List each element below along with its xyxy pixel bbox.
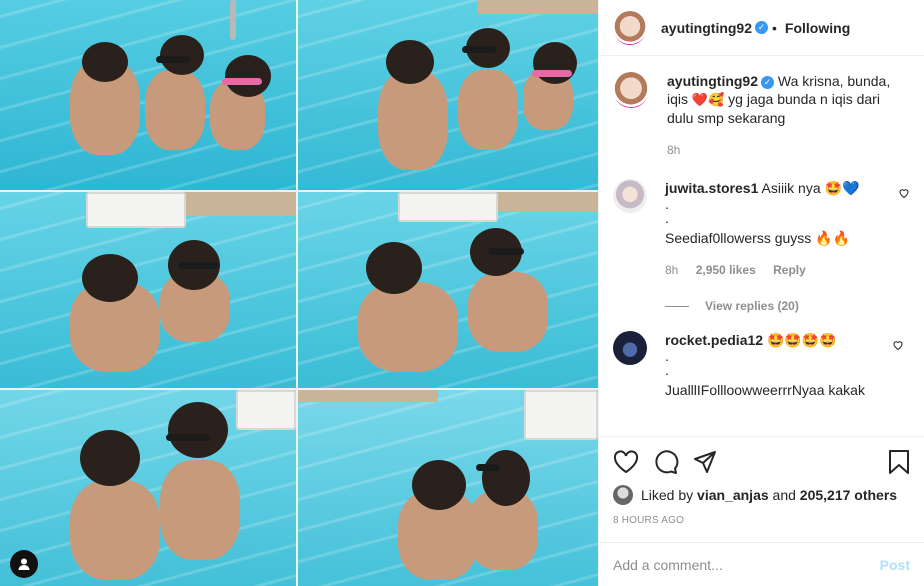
comments-section[interactable]: ayutingting92 ✓ Wa krisna, bunda, iqis ❤️… xyxy=(599,56,924,436)
save-bookmark-icon[interactable] xyxy=(888,449,910,475)
verified-badge-icon: ✓ xyxy=(761,75,775,89)
reply-button[interactable]: Reply xyxy=(773,263,806,277)
comment-text-line2: Seediaf0llowerss guyss 🔥🔥 xyxy=(665,230,851,246)
person-icon xyxy=(18,558,30,570)
following-button[interactable]: Following xyxy=(785,20,850,36)
post-header: ayutingting92 ✓ • Following xyxy=(599,0,924,56)
comment-bubble-icon[interactable] xyxy=(653,449,679,475)
liked-and: and xyxy=(772,487,796,503)
photo-tile-4 xyxy=(298,192,598,388)
comment-item: juwita.stores1 Asiiik nya 🤩💙 . . Seediaf… xyxy=(613,179,910,279)
comment-like-heart-icon[interactable] xyxy=(892,339,904,351)
view-replies-label: View replies (20) xyxy=(705,299,799,313)
separator-dot: • xyxy=(772,19,777,36)
photo-tile-3 xyxy=(0,192,296,388)
comment-time[interactable]: 8h xyxy=(665,263,678,277)
comment-likes[interactable]: 2,950 likes xyxy=(696,263,756,277)
liker-avatar[interactable] xyxy=(613,485,633,505)
comment-like-heart-icon[interactable] xyxy=(898,187,910,199)
caption-time[interactable]: 8h xyxy=(667,143,680,157)
post-image[interactable] xyxy=(0,0,598,586)
liker-username[interactable]: vian_anjas xyxy=(697,487,769,503)
author-username[interactable]: ayutingting92 xyxy=(661,20,752,36)
comment-dot: . xyxy=(665,362,669,378)
photo-tile-5 xyxy=(0,390,296,586)
commenter-avatar[interactable] xyxy=(613,331,647,365)
photo-tile-2 xyxy=(298,0,598,190)
commenter-avatar[interactable] xyxy=(613,179,647,213)
comment-dot: . xyxy=(665,210,669,226)
like-heart-icon[interactable] xyxy=(613,450,639,474)
comment-input[interactable] xyxy=(613,556,880,573)
caption-username[interactable]: ayutingting92 xyxy=(667,73,758,89)
add-comment-bar: Post xyxy=(599,542,924,586)
author-avatar[interactable] xyxy=(613,10,647,45)
photo-tile-1 xyxy=(0,0,296,190)
caption-avatar[interactable] xyxy=(613,72,649,108)
comment-text: Asiiik nya 🤩💙 xyxy=(761,180,860,196)
post-timestamp[interactable]: 8 HOURS AGO xyxy=(613,515,910,526)
comment-dot: . xyxy=(665,196,669,212)
commenter-username[interactable]: rocket.pedia12 xyxy=(665,332,763,348)
caption-emojis: ❤️🥰 xyxy=(691,92,725,107)
post-actions: Liked by vian_anjas and 205,217 others 8… xyxy=(599,436,924,526)
caption: ayutingting92 ✓ Wa krisna, bunda, iqis ❤️… xyxy=(613,72,910,159)
verified-badge-icon: ✓ xyxy=(755,21,769,34)
comment-text-line2: JualllIFollloowweerrrNyaa kakak xyxy=(665,382,865,398)
photo-tile-6 xyxy=(298,390,598,586)
comment-text: 🤩🤩🤩🤩 xyxy=(766,332,837,348)
view-replies-button[interactable]: View replies (20) xyxy=(665,299,910,313)
likes-count-button[interactable]: 205,217 others xyxy=(800,487,897,503)
comment-dot: . xyxy=(665,348,669,364)
commenter-username[interactable]: juwita.stores1 xyxy=(665,180,758,196)
likes-summary: Liked by vian_anjas and 205,217 others xyxy=(613,485,910,505)
replies-divider xyxy=(665,305,689,307)
comment-item: rocket.pedia12 🤩🤩🤩🤩 . . JualllIFolllooww… xyxy=(613,331,910,399)
post-comment-button[interactable]: Post xyxy=(880,557,910,573)
share-paper-plane-icon[interactable] xyxy=(693,450,717,474)
user-tag-button[interactable] xyxy=(10,550,38,578)
liked-by-prefix: Liked by xyxy=(641,487,694,503)
post-sidebar: ayutingting92 ✓ • Following ayutingting9… xyxy=(598,0,924,586)
